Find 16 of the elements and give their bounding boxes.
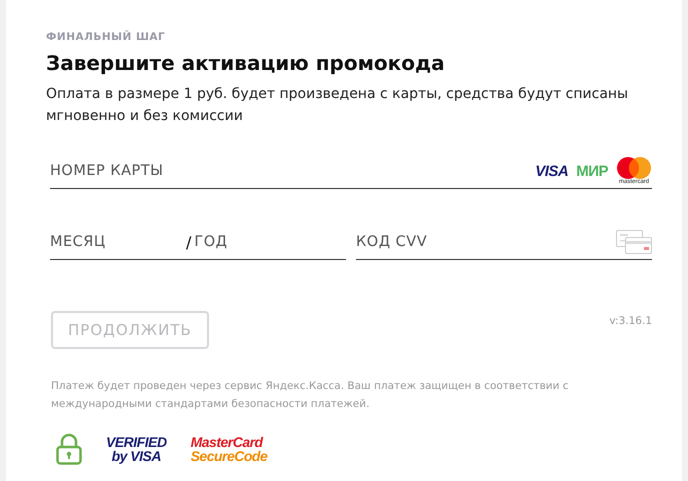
month-field[interactable]: МЕСЯЦ — [50, 234, 180, 250]
step-label: ФИНАЛЬНЫЙ ШАГ — [46, 31, 166, 43]
payment-description: Оплата в размере 1 руб. будет произведена с карты, средства будут списаны мгновенно и без комиссии — [46, 85, 630, 126]
cvv-field[interactable]: КОД CVV — [356, 234, 616, 250]
version-label: v:3.16.1 — [609, 315, 652, 327]
year-field[interactable]: ГОД — [194, 234, 324, 250]
card-back-icon — [616, 230, 652, 254]
padlock-icon — [56, 433, 82, 465]
page-title: Завершите активацию промокода — [46, 51, 446, 75]
verified-by-visa-logo: VERIFIED by VISA — [106, 435, 167, 463]
card-number-field[interactable]: НОМЕР КАРТЫ — [50, 163, 536, 179]
date-separator: / — [186, 232, 192, 252]
mir-logo: МИР — [576, 162, 608, 180]
mastercard-securecode-logo: MasterCard SecureCode — [190, 435, 268, 463]
security-note: Платеж будет проведен через сервис Яндекс.Касса. Ваш платеж защищен в соответствии с международными стандартами безопасности платежей. — [51, 379, 570, 412]
visa-logo: VISA — [535, 162, 568, 180]
